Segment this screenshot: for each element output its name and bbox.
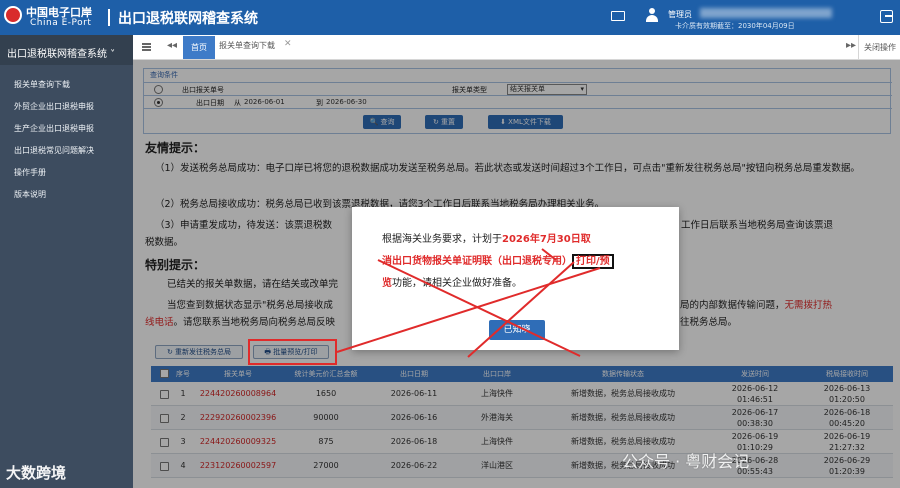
system-title: 出口退税联网稽查系统 — [118, 11, 258, 27]
modal-line3: 功能，请相关企业做好准备。 — [392, 278, 522, 289]
close-operations-menu[interactable]: 关闭操作 — [858, 35, 900, 60]
user-name-blurred — [700, 8, 832, 18]
modal-message: 根据海关业务要求，计划于2026年7月30日取 消出口货物报关单证明联（出口退税… — [382, 229, 662, 295]
notice-modal: 根据海关业务要求，计划于2026年7月30日取 消出口货物报关单证明联（出口退税… — [352, 207, 679, 350]
top-header: 中国电子口岸 China E-Port 出口退税联网稽查系统 管理员 卡介质有效… — [0, 0, 900, 35]
tab-declaration-query[interactable]: 报关单查询下载 — [219, 40, 275, 51]
header-divider — [108, 9, 110, 26]
modal-preview-highlight: 览 — [382, 278, 392, 289]
watermark-left: 大数跨境 — [6, 464, 67, 482]
logout-icon[interactable] — [880, 10, 893, 23]
sidebar: 出口退税联网稽查系统 ˅ 报关单查询下载 外贸企业出口退税申报 生产企业出口退税… — [0, 35, 133, 488]
modal-line1: 根据海关业务要求，计划于 — [382, 234, 502, 245]
tab-home[interactable]: 首页 — [183, 36, 215, 59]
menu-toggle-icon[interactable] — [142, 43, 151, 51]
tab-close-icon[interactable]: ✕ — [284, 39, 292, 49]
card-expiry: 卡介质有效期截至：2030年04月09日 — [675, 22, 795, 30]
sidebar-item-manual[interactable]: 操作手册 — [14, 167, 46, 178]
watermark-right: 公众号 · 粤财会记 — [622, 452, 750, 471]
modal-print-highlight: 打印/预 — [572, 254, 614, 269]
modal-doc-highlight: 消出口货物报关单证明联（出口退税专用） — [382, 256, 572, 267]
sidebar-item-trade-rebate[interactable]: 外贸企业出口退税申报 — [14, 101, 94, 112]
tab-prev-icon[interactable]: ◂◂ — [167, 40, 177, 51]
user-role: 管理员 — [668, 10, 692, 19]
sidebar-item-version[interactable]: 版本说明 — [14, 189, 46, 200]
china-eport-logo: 中国电子口岸 China E-Port — [4, 3, 104, 33]
mail-icon[interactable] — [611, 11, 625, 21]
logo-mark-icon — [4, 6, 22, 24]
user-icon[interactable] — [645, 8, 659, 24]
tab-bar: ◂◂ 首页 报关单查询下载 ✕ ▸▸ 关闭操作 — [133, 35, 900, 60]
sidebar-item-faq[interactable]: 出口退税常见问题解决 — [14, 145, 94, 156]
acknowledge-button[interactable]: 已知晓 — [489, 320, 545, 340]
annotation-box-batch-print — [248, 339, 337, 365]
sidebar-item-declaration-query[interactable]: 报关单查询下载 — [14, 79, 70, 90]
tab-next-icon[interactable]: ▸▸ — [846, 40, 856, 51]
sidebar-title[interactable]: 出口退税联网稽查系统 ˅ — [0, 35, 133, 65]
logo-en-text: China E-Port — [30, 18, 92, 28]
sidebar-item-production-rebate[interactable]: 生产企业出口退税申报 — [14, 123, 94, 134]
modal-date-highlight: 2026年7月30日取 — [502, 234, 591, 245]
